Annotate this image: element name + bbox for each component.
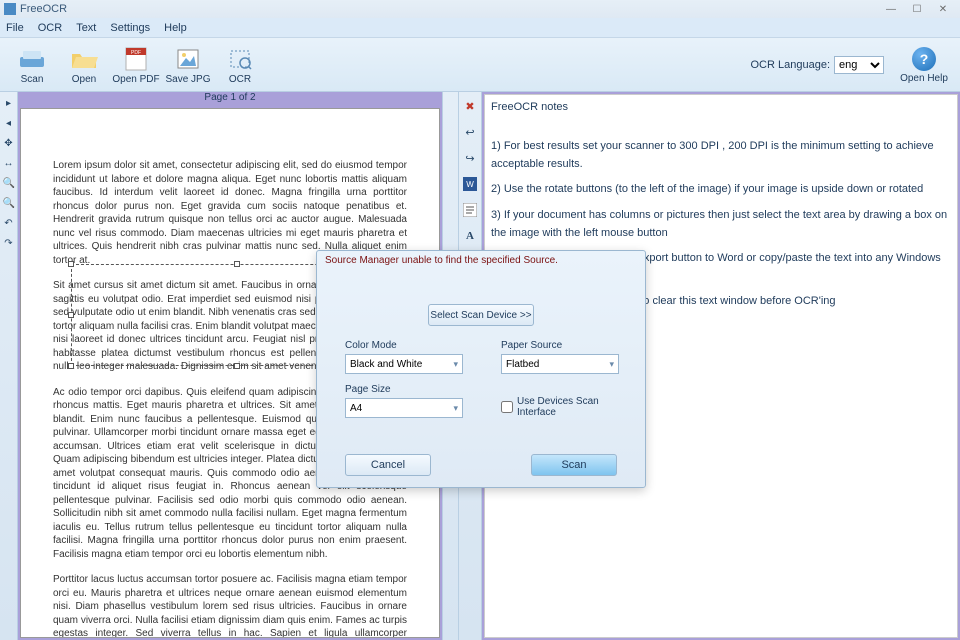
menu-file[interactable]: File — [6, 22, 24, 34]
doc-para: Porttitor lacus luctus accumsan tortor p… — [53, 573, 407, 638]
rotate-ccw-icon[interactable]: ↶ — [3, 218, 15, 230]
svg-text:PDF: PDF — [131, 50, 141, 56]
undo-icon[interactable]: ↩ — [462, 124, 478, 140]
titlebar: FreeOCR — ☐ ✕ — [0, 0, 960, 18]
zoom-in-icon[interactable]: 🔍 — [3, 178, 15, 190]
image-icon — [174, 45, 202, 73]
menu-text[interactable]: Text — [76, 22, 96, 34]
close-button[interactable]: ✕ — [930, 2, 956, 16]
scan-confirm-button[interactable]: Scan — [531, 454, 617, 476]
left-tool-strip: ▸ ◂ ✥ ↔ 🔍 🔍 ↶ ↷ — [0, 92, 18, 640]
open-pdf-button[interactable]: PDF Open PDF — [112, 41, 160, 89]
select-scan-device-button[interactable]: Select Scan Device >> — [428, 304, 534, 326]
folder-icon — [70, 45, 98, 73]
app-icon — [4, 3, 16, 15]
svg-text:W: W — [466, 180, 474, 189]
page-size-label: Page Size — [345, 384, 463, 395]
paper-source-label: Paper Source — [501, 340, 619, 351]
color-mode-select[interactable]: Black and White — [345, 354, 463, 374]
note-line: 3) If your document has columns or pictu… — [491, 207, 951, 242]
page-indicator: Page 1 of 2 — [18, 92, 442, 106]
maximize-button[interactable]: ☐ — [904, 2, 930, 16]
note-line: 2) Use the rotate buttons (to the left o… — [491, 181, 951, 199]
ocr-icon — [226, 45, 254, 73]
color-mode-label: Color Mode — [345, 340, 463, 351]
export-word-icon[interactable]: W — [462, 176, 478, 192]
use-device-interface-checkbox[interactable] — [501, 401, 513, 413]
ocr-button[interactable]: OCR — [216, 41, 264, 89]
move-icon[interactable]: ✥ — [3, 138, 15, 150]
redo-icon[interactable]: ↪ — [462, 150, 478, 166]
page-size-select[interactable]: A4 — [345, 398, 463, 418]
scan-dialog: Source Manager unable to find the specif… — [316, 250, 646, 488]
window-title: FreeOCR — [20, 3, 67, 15]
font-icon[interactable]: A — [462, 228, 478, 244]
open-help-button[interactable]: ? Open Help — [896, 41, 952, 89]
ocr-language: OCR Language: eng — [751, 56, 885, 74]
menubar: File OCR Text Settings Help — [0, 18, 960, 38]
export-rtf-icon[interactable] — [462, 202, 478, 218]
arrow-left-icon[interactable]: ◂ — [3, 118, 15, 130]
scan-button[interactable]: Scan — [8, 41, 56, 89]
minimize-button[interactable]: — — [878, 2, 904, 16]
cancel-button[interactable]: Cancel — [345, 454, 431, 476]
menu-help[interactable]: Help — [164, 22, 187, 34]
zoom-out-icon[interactable]: 🔍 — [3, 198, 15, 210]
use-device-interface-label: Use Devices Scan Interface — [517, 396, 617, 418]
notes-title: FreeOCR notes — [491, 99, 951, 117]
resize-horizontal-icon[interactable]: ↔ — [3, 158, 15, 170]
pdf-icon: PDF — [122, 45, 150, 73]
rotate-cw-icon[interactable]: ↷ — [3, 238, 15, 250]
help-icon: ? — [912, 47, 936, 71]
scanner-icon — [18, 45, 46, 73]
arrow-right-icon[interactable]: ▸ — [3, 98, 15, 110]
menu-settings[interactable]: Settings — [110, 22, 150, 34]
open-button[interactable]: Open — [60, 41, 108, 89]
note-line: 1) For best results set your scanner to … — [491, 138, 951, 173]
menu-ocr[interactable]: OCR — [38, 22, 62, 34]
paper-source-select[interactable]: Flatbed — [501, 354, 619, 374]
toolbar: Scan Open PDF Open PDF Save JPG OCR OCR … — [0, 38, 960, 92]
dialog-error-text: Source Manager unable to find the specif… — [317, 251, 645, 270]
ocr-language-select[interactable]: eng — [834, 56, 884, 74]
save-jpg-button[interactable]: Save JPG — [164, 41, 212, 89]
ocr-language-label: OCR Language: — [751, 59, 831, 71]
clear-text-icon[interactable]: ✖ — [462, 98, 478, 114]
